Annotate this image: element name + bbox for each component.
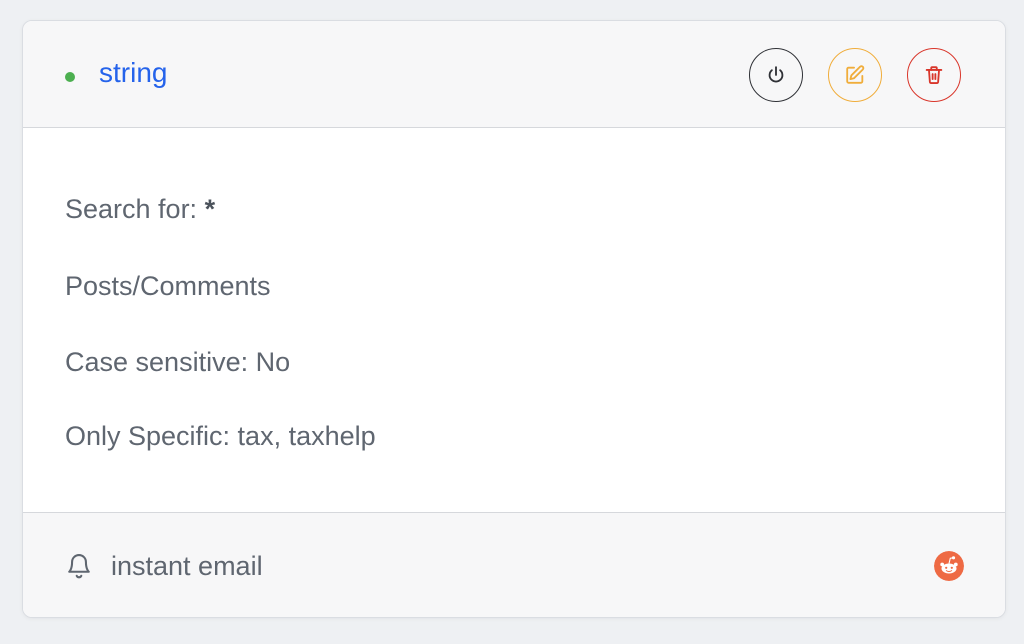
alert-card: string Search for: * Posts/Comments Case…: [22, 20, 1006, 618]
card-header: string: [23, 21, 1005, 128]
search-for-value: *: [204, 194, 216, 224]
trash-icon: [925, 66, 943, 84]
search-for-label: Search for:: [65, 194, 198, 224]
reddit-icon: [934, 551, 964, 581]
only-specific-detail: Only Specific: tax, taxhelp: [65, 421, 376, 451]
bell-icon: [68, 554, 90, 579]
case-sensitive-detail: Case sensitive: No: [65, 347, 291, 377]
status-indicator: [65, 72, 75, 82]
content-type-detail: Posts/Comments: [65, 271, 271, 301]
search-for-detail: Search for: *: [65, 192, 215, 226]
delete-button[interactable]: [907, 48, 961, 102]
notification-type: instant email: [111, 551, 263, 581]
card-body: Search for: * Posts/Comments Case sensit…: [23, 128, 1005, 511]
power-button[interactable]: [749, 48, 803, 102]
card-footer: instant email: [23, 512, 1005, 617]
power-icon: [768, 66, 784, 83]
edit-icon: [846, 65, 865, 84]
edit-button[interactable]: [828, 48, 882, 102]
alert-title[interactable]: string: [99, 55, 167, 91]
